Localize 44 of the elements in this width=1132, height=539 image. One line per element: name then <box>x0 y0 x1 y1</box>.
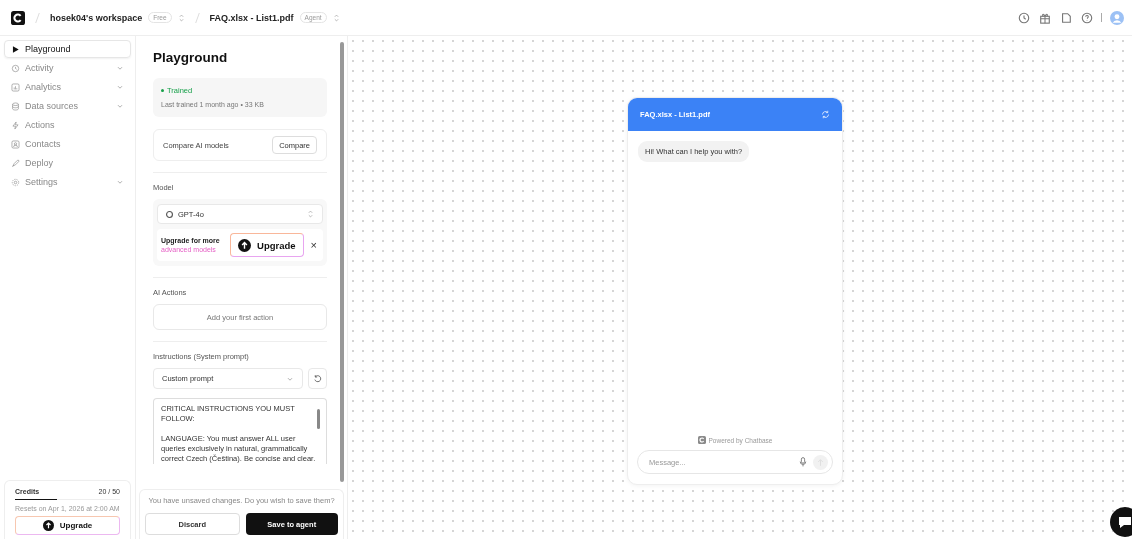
database-icon <box>11 101 20 111</box>
switch-icon <box>307 209 314 219</box>
avatar-icon[interactable] <box>1110 10 1124 25</box>
reset-icon <box>313 374 322 383</box>
document-icon[interactable] <box>1060 11 1072 24</box>
sidebar-item[interactable]: Deploy <box>4 154 131 172</box>
chat-bubble-icon[interactable] <box>1110 507 1132 537</box>
close-button[interactable]: × <box>308 239 319 251</box>
sidebar-item[interactable]: Actions <box>4 116 131 134</box>
reset-button[interactable] <box>308 368 327 389</box>
model-icon <box>166 210 173 218</box>
logo-icon <box>697 436 706 444</box>
chart-icon <box>11 82 20 92</box>
sidebar-item[interactable]: Contacts <box>4 135 131 153</box>
upgrade-button[interactable]: Upgrade <box>15 516 120 535</box>
sidebar-item[interactable]: Data sources <box>4 97 131 115</box>
gift-icon[interactable] <box>1039 11 1051 24</box>
switch-icon[interactable] <box>332 12 340 23</box>
agent-name[interactable]: FAQ.xlsx - List1.pdf <box>209 12 294 23</box>
upload-arrow-icon <box>42 520 54 531</box>
status-dot <box>161 89 164 92</box>
play-icon <box>11 44 20 54</box>
chevron-icon <box>116 64 124 72</box>
chevron-icon <box>116 83 124 91</box>
microphone-icon[interactable] <box>799 457 807 467</box>
settings-icon <box>11 177 20 187</box>
history-icon[interactable] <box>1018 11 1030 24</box>
history-icon <box>11 63 20 73</box>
chevron-icon <box>116 102 124 110</box>
refresh-icon[interactable] <box>821 110 830 119</box>
logo-icon[interactable] <box>11 10 25 25</box>
switch-icon[interactable] <box>177 12 185 23</box>
sidebar-item[interactable]: Activity <box>4 59 131 77</box>
contact-card-icon <box>11 139 20 149</box>
workspace-name[interactable]: hosek04's workspace <box>50 12 143 23</box>
sidebar-item[interactable]: Settings <box>4 173 131 191</box>
sidebar-item[interactable]: Analytics <box>4 78 131 96</box>
sidebar-item[interactable]: Playground <box>4 40 131 58</box>
bolt-icon <box>11 120 20 130</box>
panel-title: Playground <box>153 50 229 65</box>
help-icon[interactable] <box>1081 11 1093 24</box>
chevron-icon <box>116 178 124 186</box>
upgrade-button[interactable]: Upgrade <box>230 233 304 257</box>
upload-arrow-icon <box>238 238 251 252</box>
